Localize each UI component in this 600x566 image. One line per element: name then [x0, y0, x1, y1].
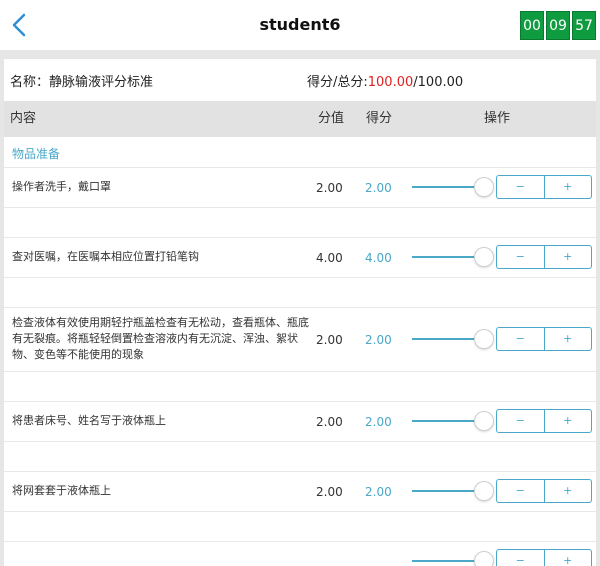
section-title: 物品准备: [12, 147, 61, 161]
row-value: 2.00: [316, 415, 343, 429]
increment-button[interactable]: +: [545, 410, 592, 432]
score-stepper: − +: [496, 327, 592, 351]
slider-handle[interactable]: [474, 329, 494, 349]
table-row: 查对医嘱，在医嘱本相应位置打铅笔钩 4.00 4.00 − +: [4, 237, 596, 277]
score-got: 100.00: [367, 75, 414, 90]
row-value: 2.00: [316, 333, 343, 347]
name-value: 静脉输液评分标准: [49, 75, 154, 90]
table-row: 将网套套于液体瓶上 2.00 2.00 − +: [4, 471, 596, 511]
row-value: 4.00: [316, 251, 343, 265]
decrement-button[interactable]: −: [497, 246, 545, 268]
row-content: 将患者床号、姓名写于液体瓶上: [12, 414, 166, 427]
score-total: 100.00: [417, 75, 464, 90]
increment-button[interactable]: +: [545, 246, 592, 268]
chevron-left-icon: [12, 13, 26, 37]
slider-handle[interactable]: [474, 177, 494, 197]
top-bar: student6 00 09 57: [0, 0, 600, 50]
table-row: 将患者床号、姓名写于液体瓶上 2.00 2.00 − +: [4, 401, 596, 441]
table-row: 检查液体有效使用期轻拧瓶盖检查有无松动，查看瓶体、瓶底有无裂痕。将瓶轻轻倒置检查…: [4, 307, 596, 371]
table-row: − +: [4, 541, 596, 566]
divider: [4, 441, 596, 442]
decrement-button[interactable]: −: [497, 328, 545, 350]
score-slider[interactable]: [412, 411, 494, 431]
score-slider[interactable]: [412, 481, 494, 501]
slider-handle[interactable]: [474, 411, 494, 431]
slider-track: [412, 256, 480, 258]
table-header: 内容 分值 得分 操作: [4, 101, 596, 137]
header-content: 内容: [10, 111, 37, 126]
page-title: student6: [259, 15, 341, 34]
row-score: 2.00: [365, 485, 392, 499]
decrement-button[interactable]: −: [497, 410, 545, 432]
row-score: 2.00: [365, 333, 392, 347]
row-content: 检查液体有效使用期轻拧瓶盖检查有无松动，查看瓶体、瓶底有无裂痕。将瓶轻轻倒置检查…: [12, 316, 309, 361]
increment-button[interactable]: +: [545, 480, 592, 502]
score-slider[interactable]: [412, 177, 494, 197]
slider-handle[interactable]: [474, 481, 494, 501]
divider: [4, 277, 596, 278]
score-stepper: − +: [496, 245, 592, 269]
divider: [4, 371, 596, 372]
score-slider[interactable]: [412, 329, 494, 349]
slider-track: [412, 420, 480, 422]
score-slider[interactable]: [412, 551, 494, 566]
decrement-button[interactable]: −: [497, 550, 545, 566]
score-stepper: − +: [496, 479, 592, 503]
increment-button[interactable]: +: [545, 176, 592, 198]
score-stepper: − +: [496, 175, 592, 199]
slider-track: [412, 186, 480, 188]
row-score: 2.00: [365, 415, 392, 429]
slider-track: [412, 560, 480, 562]
score-sheet-card: 名称：静脉输液评分标准 得分/总分:100.00/100.00 内容 分值 得分…: [4, 59, 596, 566]
increment-button[interactable]: +: [545, 550, 592, 566]
name-label: 名称：: [10, 75, 50, 90]
total-score: 得分/总分:100.00/100.00: [307, 59, 463, 107]
slider-handle[interactable]: [474, 247, 494, 267]
slider-track: [412, 490, 480, 492]
score-slider[interactable]: [412, 247, 494, 267]
timer-minutes: 09: [546, 11, 570, 40]
back-button[interactable]: [6, 9, 36, 41]
slider-track: [412, 338, 480, 340]
divider: [4, 207, 596, 208]
row-score: 4.00: [365, 251, 392, 265]
row-content: 查对医嘱，在医嘱本相应位置打铅笔钩: [12, 250, 199, 263]
info-row: 名称：静脉输液评分标准 得分/总分:100.00/100.00: [4, 59, 596, 101]
timer-seconds: 57: [572, 11, 596, 40]
row-content: 操作者洗手，戴口罩: [12, 180, 111, 193]
header-action: 操作: [484, 111, 511, 126]
standard-name: 名称：静脉输液评分标准: [10, 59, 153, 107]
row-score: 2.00: [365, 181, 392, 195]
score-label: 得分/总分:: [307, 75, 368, 90]
slider-handle[interactable]: [474, 551, 494, 566]
timer-hours: 00: [520, 11, 544, 40]
row-value: 2.00: [316, 485, 343, 499]
decrement-button[interactable]: −: [497, 176, 545, 198]
score-stepper: − +: [496, 409, 592, 433]
score-stepper: − +: [496, 549, 592, 566]
row-content: 将网套套于液体瓶上: [12, 484, 111, 497]
row-value: 2.00: [316, 181, 343, 195]
table-row: 操作者洗手，戴口罩 2.00 2.00 − +: [4, 167, 596, 207]
decrement-button[interactable]: −: [497, 480, 545, 502]
divider: [4, 511, 596, 512]
increment-button[interactable]: +: [545, 328, 592, 350]
header-value: 分值: [318, 111, 345, 126]
header-score: 得分: [366, 111, 393, 126]
